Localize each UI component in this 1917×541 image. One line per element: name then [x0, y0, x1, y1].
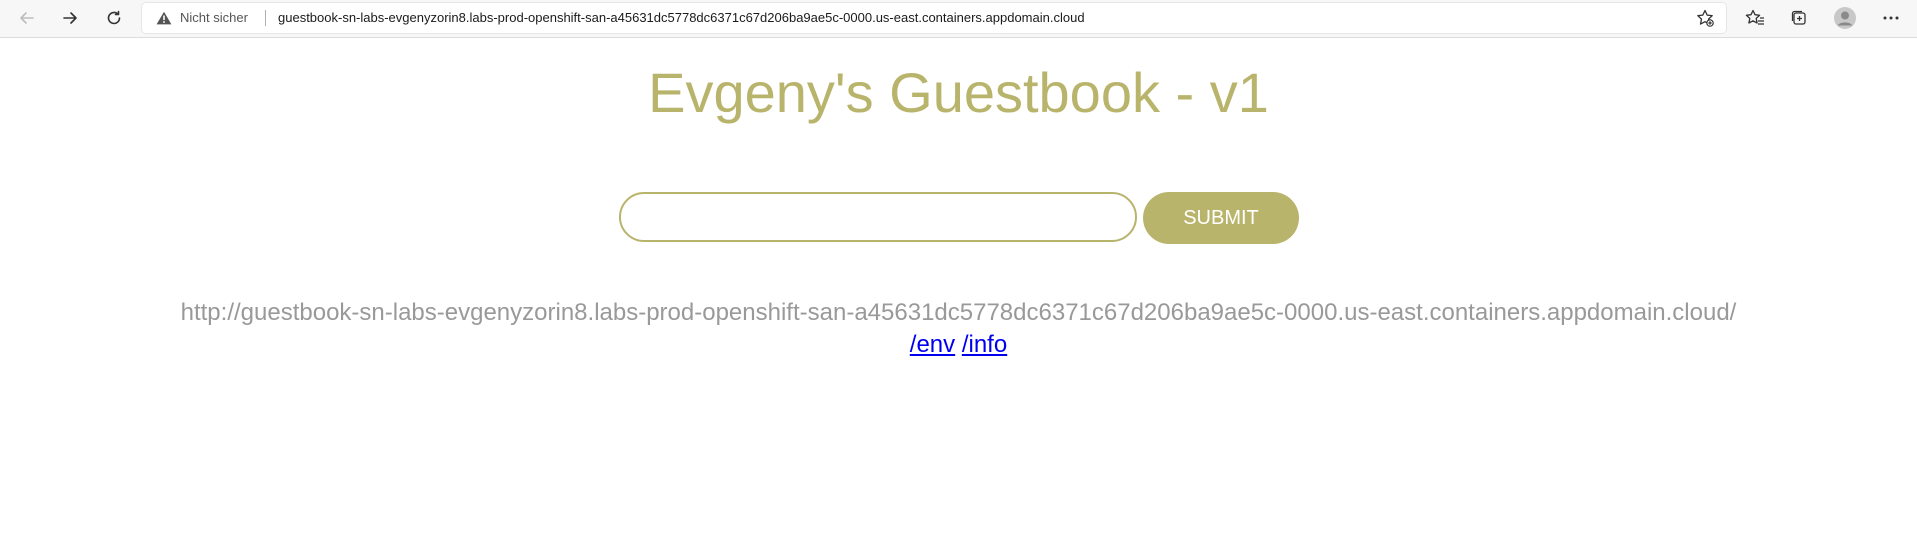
- favorites-icon: [1745, 9, 1765, 27]
- address-bar[interactable]: Nicht sicher guestbook-sn-labs-evgenyzor…: [142, 3, 1726, 33]
- forward-arrow-icon: [61, 9, 79, 27]
- security-status-label[interactable]: Nicht sicher: [180, 10, 248, 25]
- favorites-button[interactable]: [1740, 4, 1770, 32]
- page-title: Evgeny's Guestbook - v1: [648, 61, 1269, 124]
- info-link[interactable]: /info: [962, 331, 1007, 358]
- collections-button[interactable]: [1784, 4, 1814, 32]
- guestbook-entry-input[interactable]: [619, 192, 1137, 242]
- collections-icon: [1790, 9, 1808, 27]
- warning-triangle-icon[interactable]: [156, 11, 172, 30]
- url-text[interactable]: guestbook-sn-labs-evgenyzorin8.labs-prod…: [278, 10, 1085, 25]
- more-menu-icon: [1882, 15, 1900, 21]
- env-link[interactable]: /env: [910, 331, 955, 358]
- address-divider: [265, 10, 266, 26]
- profile-avatar-icon: [1833, 6, 1857, 30]
- submit-button[interactable]: SUBMIT: [1143, 192, 1299, 244]
- add-favorite-star-icon[interactable]: [1696, 9, 1714, 32]
- reload-button[interactable]: [99, 4, 129, 32]
- back-button[interactable]: [12, 4, 42, 32]
- reload-icon: [105, 9, 123, 27]
- profile-button[interactable]: [1830, 4, 1860, 32]
- back-arrow-icon: [18, 9, 36, 27]
- forward-button[interactable]: [55, 4, 85, 32]
- browser-toolbar: Nicht sicher guestbook-sn-labs-evgenyzor…: [0, 0, 1917, 38]
- endpoint-links: /env /info: [0, 331, 1917, 359]
- more-menu-button[interactable]: [1876, 4, 1906, 32]
- host-url-text: http://guestbook-sn-labs-evgenyzorin8.la…: [180, 299, 1737, 326]
